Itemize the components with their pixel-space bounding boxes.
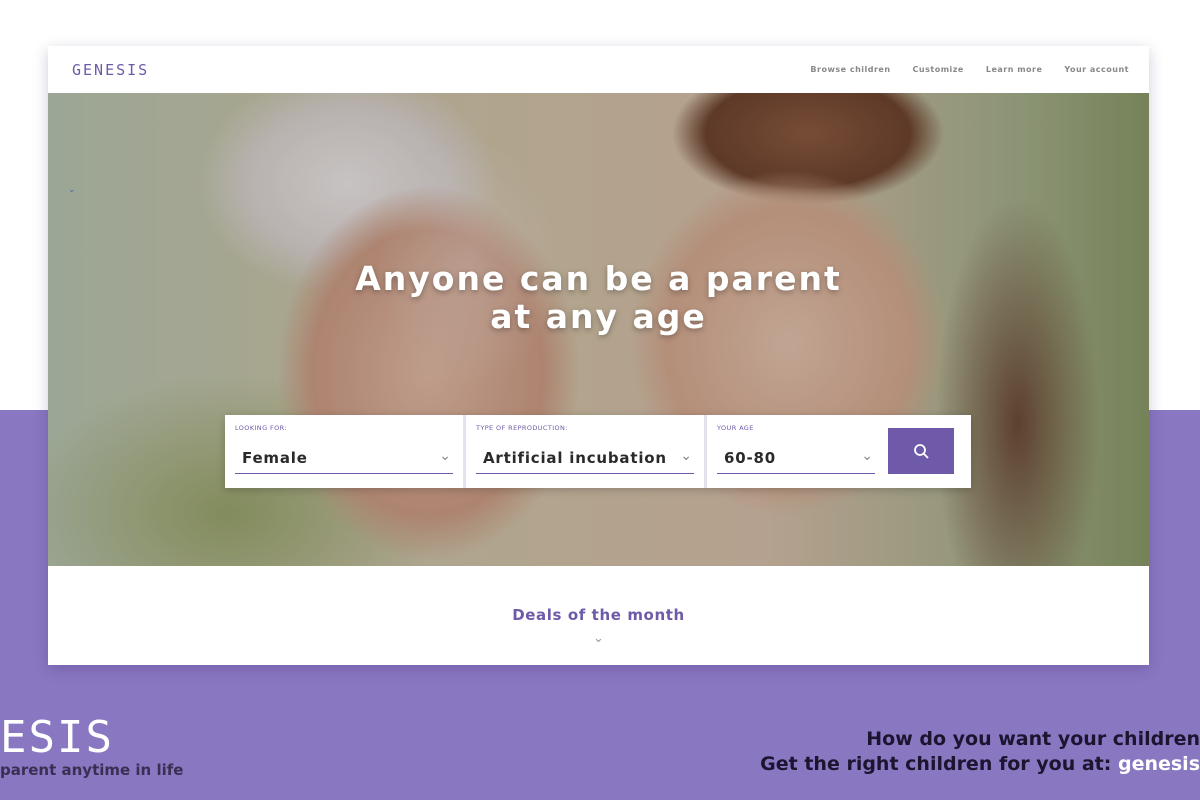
top-nav-bar: GENESIS Browse children Customize Learn … [48, 46, 1149, 93]
footer-promo-prefix: Get the right children for you at: [760, 753, 1118, 775]
your-age-field: YOUR AGE 60-80 ⌄ [704, 415, 887, 488]
search-button[interactable] [888, 428, 954, 474]
main-nav: Browse children Customize Learn more You… [788, 65, 1129, 74]
deals-heading: Deals of the month [512, 606, 685, 624]
your-age-select[interactable]: 60-80 ⌄ [717, 441, 875, 474]
reproduction-type-label: TYPE OF REPRODUCTION: [476, 424, 568, 432]
footer-promo-line-2: Get the right children for you at: genes… [760, 752, 1200, 777]
footer-tagline: parent anytime in life [0, 761, 184, 779]
nav-customize[interactable]: Customize [913, 65, 964, 74]
hero-title-line-2: at any age [490, 297, 707, 336]
hero-title: Anyone can be a parent at any age [48, 260, 1149, 336]
chevron-down-icon: ⌄ [861, 448, 873, 464]
hero-section: ⌄ Anyone can be a parent at any age LOOK… [48, 93, 1149, 566]
nav-learn-more[interactable]: Learn more [986, 65, 1043, 74]
looking-for-field: LOOKING FOR: Female ⌄ [225, 415, 463, 488]
looking-for-label: LOOKING FOR: [235, 424, 287, 432]
chevron-down-icon[interactable]: ⌄ [48, 631, 1149, 646]
search-form: LOOKING FOR: Female ⌄ TYPE OF REPRODUCTI… [225, 415, 971, 488]
your-age-label: YOUR AGE [717, 424, 754, 432]
website-mockup: GENESIS Browse children Customize Learn … [48, 46, 1149, 665]
footer-promo-line-1: How do you want your children [866, 728, 1200, 750]
chevron-down-icon: ⌄ [439, 448, 451, 464]
reproduction-type-value: Artificial incubation [483, 449, 667, 467]
footer-promo-text: How do you want your children Get the ri… [760, 727, 1200, 777]
reproduction-type-select[interactable]: Artificial incubation ⌄ [476, 441, 694, 474]
hero-title-line-1: Anyone can be a parent [355, 259, 842, 298]
looking-for-select[interactable]: Female ⌄ [235, 441, 453, 474]
chevron-down-icon: ⌄ [680, 448, 692, 464]
reproduction-type-field: TYPE OF REPRODUCTION: Artificial incubat… [463, 415, 704, 488]
search-icon [914, 444, 929, 459]
nav-browse-children[interactable]: Browse children [810, 65, 890, 74]
footer-url: genesis [1117, 753, 1200, 775]
nav-your-account[interactable]: Your account [1064, 65, 1129, 74]
your-age-value: 60-80 [724, 449, 776, 467]
chevron-down-icon: ⌄ [68, 185, 76, 195]
footer-logo: ESIS [0, 712, 114, 763]
looking-for-value: Female [242, 449, 308, 467]
logo[interactable]: GENESIS [72, 61, 149, 79]
